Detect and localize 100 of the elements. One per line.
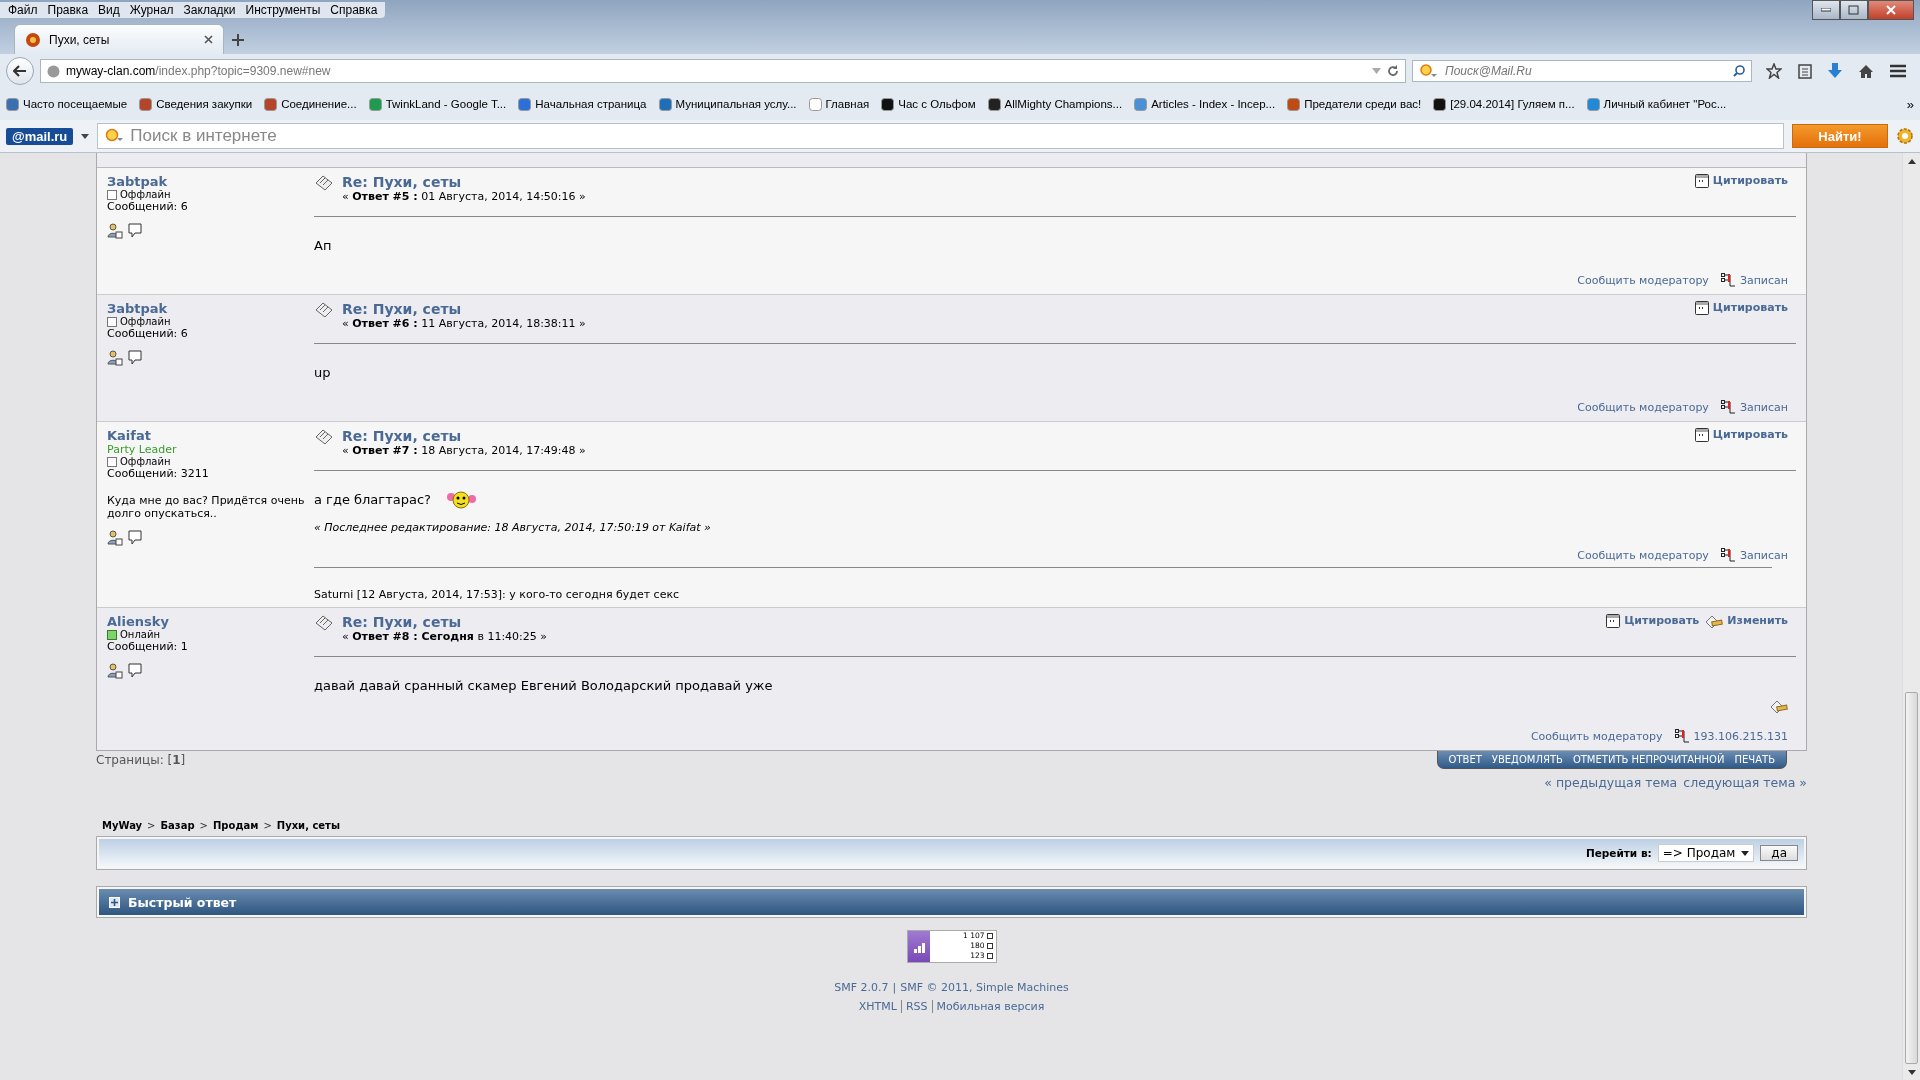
menu-icon[interactable] — [1890, 64, 1906, 78]
profile-icon[interactable] — [107, 223, 123, 239]
topic-button[interactable]: ОТМЕТИТЬ НЕПРОЧИТАННОЙ — [1567, 752, 1730, 767]
scrollbar-thumb[interactable] — [1905, 692, 1918, 1064]
menu-item[interactable]: Инструменты — [240, 3, 326, 17]
post-status: Записан — [1739, 274, 1788, 287]
quote-button[interactable]: Цитировать — [1694, 301, 1788, 315]
report-link[interactable]: Сообщить модератору — [1577, 549, 1709, 562]
breadcrumb-link[interactable]: Базар — [160, 820, 195, 831]
bookmark-item[interactable]: [29.04.2014] Гуляем п... — [1433, 97, 1575, 111]
home-icon[interactable] — [1858, 63, 1874, 79]
profile-icon[interactable] — [107, 350, 123, 366]
minimize-button[interactable] — [1812, 0, 1840, 20]
favicon-icon — [658, 97, 672, 111]
post-body: up — [314, 364, 331, 380]
footer-link[interactable]: Мобильная версия — [931, 1000, 1045, 1013]
post-count: Сообщений: 6 — [107, 327, 189, 340]
author-name[interactable]: Aliensky — [107, 614, 314, 629]
report-link[interactable]: Сообщить модератору — [1577, 401, 1709, 414]
bookmark-item[interactable]: TwinkLand - Google T... — [368, 97, 507, 111]
footer-link[interactable]: XHTML — [858, 1000, 897, 1013]
menu-item[interactable]: Вид — [93, 3, 125, 17]
post-title[interactable]: Re: Пухи, сеты — [342, 614, 1599, 630]
address-field[interactable]: myway-clan.com/index.php?topic=9309.new#new — [40, 59, 1406, 83]
close-button[interactable] — [1868, 0, 1914, 20]
edit-note: « Последнее редактирование: 18 Августа, 2014, 17:50:19 от Kaifat » — [314, 521, 712, 534]
bookmark-item[interactable]: Главная — [808, 97, 870, 111]
go-button[interactable]: да — [1760, 845, 1798, 861]
new-tab-icon[interactable] — [232, 34, 244, 46]
menu-item[interactable]: Правка — [42, 3, 94, 17]
caret-icon[interactable] — [81, 133, 90, 139]
clipboard-icon[interactable] — [1798, 63, 1812, 79]
close-icon[interactable] — [204, 35, 213, 44]
reload-icon[interactable] — [1387, 65, 1399, 77]
topic-nav-link[interactable]: « предыдущая тема — [1544, 775, 1678, 790]
author-name[interactable]: Kaifat — [107, 428, 314, 443]
quote-button[interactable]: Цитировать — [1694, 428, 1788, 442]
bookmark-item[interactable]: Сведения закупки — [139, 97, 253, 111]
gear-icon[interactable] — [1896, 127, 1914, 145]
speech-bubble-icon[interactable] — [127, 663, 143, 679]
jump-label: Перейти в: — [1585, 847, 1652, 859]
topic-icon — [314, 174, 334, 192]
profile-icon[interactable] — [107, 530, 123, 546]
bookmark-item[interactable]: Муниципальная услу... — [658, 97, 797, 111]
quote-button[interactable]: Цитировать — [1606, 614, 1700, 630]
scroll-up-icon[interactable] — [1907, 158, 1916, 164]
bookmark-item[interactable]: Часто посещаемые — [6, 97, 128, 111]
footer-link[interactable]: RSS — [900, 1000, 928, 1013]
browser-tab[interactable]: Пухи, сеты — [14, 24, 224, 54]
bookmark-item[interactable]: Начальная страница — [518, 97, 647, 111]
topic-button[interactable]: УВЕДОМЛЯТЬ — [1486, 752, 1568, 767]
board-select[interactable]: => Продам — [1657, 844, 1755, 862]
post-status: Записан — [1739, 401, 1788, 414]
bookmark-item[interactable]: Личный кабинет "Рос... — [1586, 97, 1727, 111]
post-title[interactable]: Re: Пухи, сеты — [342, 174, 1687, 190]
bookmark-item[interactable]: AllMighty Champions... — [987, 97, 1123, 111]
author-name[interactable]: Зabtpak — [107, 174, 314, 189]
author-name[interactable]: Зabtpak — [107, 301, 314, 316]
footer-link[interactable]: SMF © 2011, Simple Machines — [900, 981, 1069, 994]
menu-item[interactable]: Закладки — [178, 3, 241, 17]
personal-text: Куда мне до вас? Придётся очень долго опускаться.. — [107, 494, 306, 520]
menu-item[interactable]: Справка — [325, 3, 383, 17]
bookmark-item[interactable]: Соединение... — [264, 97, 357, 111]
maximize-button[interactable] — [1840, 0, 1868, 20]
speech-bubble-icon[interactable] — [127, 223, 143, 239]
star-icon[interactable] — [1766, 63, 1782, 79]
post-title[interactable]: Re: Пухи, сеты — [342, 301, 1687, 317]
speech-bubble-icon[interactable] — [127, 530, 143, 546]
modify-button[interactable]: Изменить — [1705, 614, 1788, 630]
menu-item[interactable]: Файл — [3, 3, 43, 17]
bookmark-item[interactable]: Предатели среди вас! — [1287, 97, 1422, 111]
search-input[interactable]: Поиск@Mail.Ru — [1443, 63, 1727, 79]
mailru-logo[interactable]: @mail.ru — [6, 127, 74, 145]
bookmark-item[interactable]: Час с Ольфом — [881, 97, 976, 111]
scroll-down-icon[interactable] — [1907, 1069, 1916, 1075]
quote-button[interactable]: Цитировать — [1694, 174, 1788, 188]
topic-button[interactable]: ПЕЧАТЬ — [1729, 752, 1780, 767]
bookmark-item[interactable]: Articles - Index - Incep... — [1134, 97, 1276, 111]
report-link[interactable]: Сообщить модератору — [1577, 274, 1709, 287]
menu-item[interactable]: Журнал — [124, 3, 179, 17]
breadcrumb-link[interactable]: Продам — [213, 820, 259, 831]
report-link[interactable]: Сообщить модератору — [1530, 730, 1663, 743]
speech-bubble-icon[interactable] — [127, 350, 143, 366]
web-search-field[interactable]: Поиск в интернете — [97, 123, 1784, 149]
post-title[interactable]: Re: Пухи, сеты — [342, 428, 1687, 444]
back-button[interactable] — [6, 57, 34, 85]
breadcrumb-link[interactable]: MyWay — [102, 820, 143, 831]
topic-nav-link[interactable]: следующая тема » — [1683, 775, 1807, 790]
download-icon[interactable] — [1828, 63, 1842, 79]
quote-icon — [1694, 428, 1709, 442]
search-field[interactable]: Поиск@Mail.Ru — [1412, 60, 1752, 82]
quick-reply-bar[interactable]: Быстрый ответ — [96, 886, 1807, 918]
topic-button[interactable]: ОТВЕТ — [1443, 752, 1487, 767]
more-bookmarks[interactable]: » — [1906, 96, 1914, 112]
magnifier-icon — [1419, 64, 1437, 78]
breadcrumb-link[interactable]: Пухи, сеты — [276, 820, 340, 831]
post-body: Ап — [314, 237, 332, 253]
profile-icon[interactable] — [107, 663, 123, 679]
footer-link[interactable]: SMF 2.0.7 — [834, 981, 889, 994]
search-icon[interactable] — [1733, 65, 1745, 77]
